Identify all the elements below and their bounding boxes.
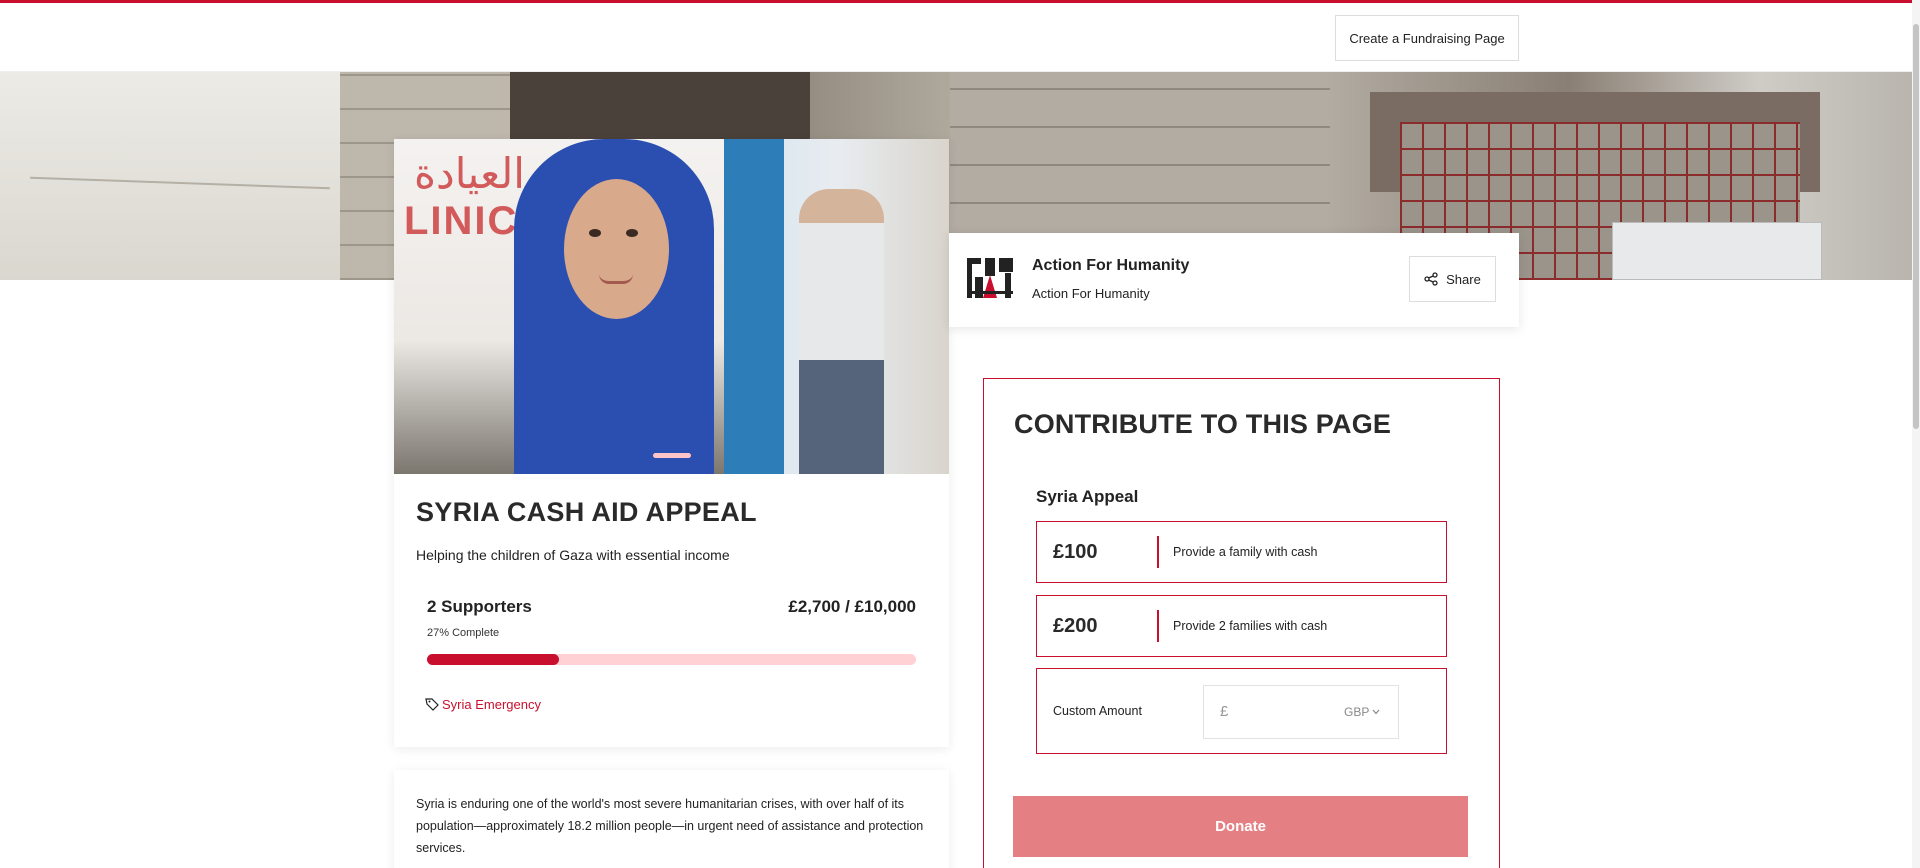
contribute-title: CONTRIBUTE TO THIS PAGE (1014, 409, 1392, 439)
carousel-indicator[interactable] (653, 453, 691, 458)
appeal-name: Syria Appeal (1036, 487, 1139, 506)
donate-button[interactable]: Donate (1013, 796, 1468, 857)
option-amount: £100 (1053, 541, 1098, 563)
option-amount: £200 (1053, 615, 1098, 637)
tag-label: Syria Emergency (442, 696, 541, 712)
campaign-description: Syria is enduring one of the world's mos… (416, 797, 924, 855)
option-label: Provide a family with cash (1173, 545, 1318, 559)
campaign-hero-image: العيادة LINIC (394, 139, 949, 474)
share-icon (1424, 272, 1438, 286)
chevron-down-icon (1372, 709, 1380, 715)
tag-icon (425, 698, 439, 711)
currency-select[interactable]: GBP (1344, 686, 1380, 738)
raised-amount: £2,700 / £10,000 (788, 597, 916, 616)
currency-code: GBP (1344, 705, 1370, 719)
charity-logo (965, 255, 1015, 301)
share-label: Share (1446, 271, 1481, 287)
donation-option-200[interactable]: £200 Provide 2 families with cash (1036, 595, 1447, 657)
campaign-title: SYRIA CASH AID APPEAL (416, 497, 757, 527)
currency-symbol: £ (1220, 703, 1229, 720)
create-fundraising-page-button[interactable]: Create a Fundraising Page (1335, 15, 1519, 61)
custom-amount-field[interactable]: £ GBP (1203, 685, 1399, 739)
custom-amount-option[interactable]: Custom Amount £ GBP (1036, 668, 1447, 754)
donation-option-100[interactable]: £100 Provide a family with cash (1036, 521, 1447, 583)
option-label: Provide 2 families with cash (1173, 619, 1328, 633)
site-header: Create a Fundraising Page (0, 3, 1920, 72)
percent-complete: 27% Complete (427, 627, 500, 639)
campaign-subtitle: Helping the children of Gaza with essent… (416, 547, 730, 563)
option-divider (1157, 536, 1159, 568)
supporters-count: 2 Supporters (427, 597, 532, 616)
scrollbar-thumb[interactable] (1913, 24, 1919, 429)
campaign-tag[interactable]: Syria Emergency (424, 696, 541, 712)
progress-bar-fill (427, 654, 560, 665)
custom-amount-input[interactable] (1236, 698, 1326, 726)
charity-name[interactable]: Action For Humanity (1032, 257, 1189, 275)
share-button[interactable]: Share (1409, 256, 1496, 302)
custom-amount-label: Custom Amount (1053, 704, 1142, 718)
option-divider (1157, 610, 1159, 642)
charity-subname: Action For Humanity (1032, 286, 1150, 301)
progress-bar (427, 654, 916, 665)
